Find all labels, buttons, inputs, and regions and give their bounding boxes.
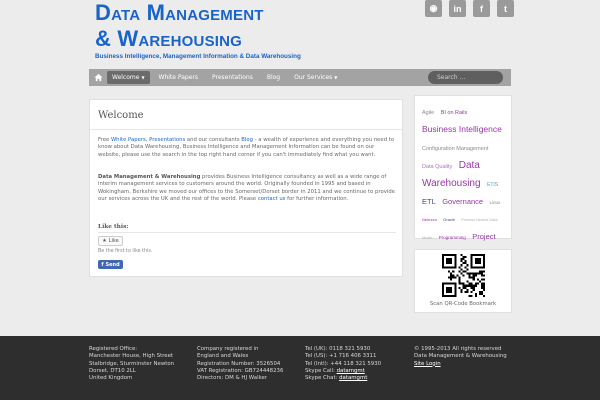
contact-us-link[interactable]: contact us (258, 196, 286, 202)
nav-item-blog[interactable]: Blog (262, 71, 285, 84)
footer-line: Registration Number: 3526504 (197, 360, 281, 367)
company-name: Data Management & Warehousing (414, 353, 507, 360)
tag-link[interactable]: Configuration Management (422, 146, 488, 152)
caret-down-icon: ▼ (141, 75, 145, 80)
nav-item-our-services[interactable]: Our Services ▼ (289, 71, 342, 84)
first-like-text: Be the first to like this. (98, 249, 153, 254)
blog-link[interactable]: Blog (241, 137, 253, 143)
facebook-icon: f (101, 261, 104, 268)
tag-link[interactable]: Business Intelligence (422, 124, 502, 134)
about-paragraph: Data Management & Warehousing provides B… (98, 174, 396, 204)
copyright-text: © 1995-2013 All rights reserved (414, 346, 502, 352)
main-content: Welcome Free White Papers, Presentations… (89, 99, 403, 277)
phone-uk: Tel (UK): 0118 321 5930 (305, 346, 371, 352)
tag-link[interactable]: Netezza (422, 217, 437, 222)
tag-link[interactable]: Programming (439, 235, 466, 240)
skype-call-label: Skype Call: (305, 367, 337, 374)
rss-icon[interactable]: ◉ (425, 0, 442, 17)
tag-link[interactable]: ETIS (487, 182, 498, 188)
send-button-label: Send (105, 261, 120, 268)
skype-call: Skype Call: datamgmt (305, 368, 381, 375)
footer-line: United Kingdom (89, 375, 133, 382)
footer-line: Company registered in (197, 346, 259, 352)
text: and our consultants (185, 137, 242, 143)
footer-line: Manchester House, High Street (89, 353, 174, 360)
text: for further information. (285, 196, 349, 203)
footer-contact: Tel (UK): 0118 321 5930 Tel (US): +1 716… (305, 346, 381, 382)
intro-paragraph: Free White Papers, Presentations and our… (98, 137, 396, 159)
star-icon: ★ (102, 238, 107, 244)
site-title-line-1[interactable]: Data Management (95, 0, 264, 26)
skype-call-link[interactable]: datamgmt (337, 368, 365, 374)
presentations-link[interactable]: Presentations (149, 137, 185, 143)
tag-link[interactable]: Governance (442, 197, 483, 206)
skype-chat-label: Skype Chat: (305, 375, 340, 382)
skype-chat-link[interactable]: datamgmt (339, 375, 367, 381)
divider (98, 232, 396, 233)
footer: Registered Office: Manchester House, Hig… (0, 336, 600, 400)
divider (90, 129, 402, 130)
company-name: Data Management & Warehousing (98, 174, 201, 180)
nav-item-label: Presentations (212, 74, 253, 81)
nav-item-welcome[interactable]: Welcome ▼ (107, 71, 150, 84)
footer-line: England and Wales (197, 353, 249, 360)
nav-item-label: Welcome (112, 74, 140, 81)
site-login-link[interactable]: Site Login (414, 361, 507, 368)
white-papers-link[interactable]: White Papers (111, 137, 146, 143)
tag-cloud: Agile BI on Rails Business Intelligence … (414, 95, 512, 312)
footer-copyright: © 1995-2013 All rights reserved Data Man… (414, 346, 507, 368)
text: Free (98, 137, 111, 143)
footer-line: Directors: DM & HJ Walker (197, 375, 268, 382)
site-title-line-2[interactable]: & Warehousing (95, 26, 264, 52)
main-nav: Welcome ▼ White Papers Presentations Blog… (89, 69, 511, 86)
footer-company-info: Company registered in England and Wales … (197, 346, 283, 382)
twitter-icon[interactable]: t (497, 0, 514, 17)
footer-line: Stalbridge, Sturminster Newton (89, 360, 175, 367)
like-heading: Like this: (98, 224, 129, 230)
social-links: ◉ in f t (425, 0, 514, 17)
home-icon[interactable] (89, 69, 107, 86)
like-button-label: Like (108, 238, 119, 244)
footer-address: Registered Office: Manchester House, Hig… (89, 346, 174, 382)
linkedin-icon[interactable]: in (449, 0, 466, 17)
nav-item-white-papers[interactable]: White Papers (154, 71, 203, 84)
tag-link[interactable]: Agile (422, 110, 434, 116)
nav-item-label: Our Services (294, 74, 333, 81)
caret-down-icon: ▼ (334, 75, 338, 80)
facebook-icon[interactable]: f (473, 0, 490, 17)
footer-line: Dorset, DT10 2LL (89, 367, 136, 374)
qr-code-image[interactable] (442, 254, 485, 297)
site-title[interactable]: Data Management & Warehousing (95, 0, 264, 52)
tag-link[interactable]: Oracle (443, 217, 455, 222)
nav-item-label: White Papers (158, 74, 199, 81)
footer-line: Registered Office: (89, 346, 138, 352)
site-tagline: Business Intelligence, Management Inform… (95, 53, 301, 60)
nav-item-label: Blog (266, 74, 281, 81)
page-title: Welcome (98, 110, 144, 121)
nav-item-presentations[interactable]: Presentations (207, 71, 258, 84)
skype-chat: Skype Chat: datamgmt (305, 375, 381, 382)
phone-us: Tel (US): +1 716 406 3311 (305, 353, 377, 360)
tag-link[interactable]: Linux (490, 200, 501, 205)
send-button[interactable]: f Send (98, 260, 123, 269)
footer-line: VAT Registration: GB724448236 (197, 367, 284, 374)
like-button[interactable]: ★ Like (98, 236, 123, 246)
phone-intl: Tel (Intl): +44 118 321 5930 (305, 360, 382, 367)
tag-link[interactable]: ETL (422, 197, 436, 206)
tag-link[interactable]: Data Quality (422, 164, 452, 170)
tag-link[interactable]: BI on Rails (441, 110, 468, 116)
search-input[interactable] (428, 71, 503, 84)
qr-caption: Scan QR-Code Bookmark (429, 301, 497, 307)
qr-widget: Scan QR-Code Bookmark (414, 249, 512, 313)
